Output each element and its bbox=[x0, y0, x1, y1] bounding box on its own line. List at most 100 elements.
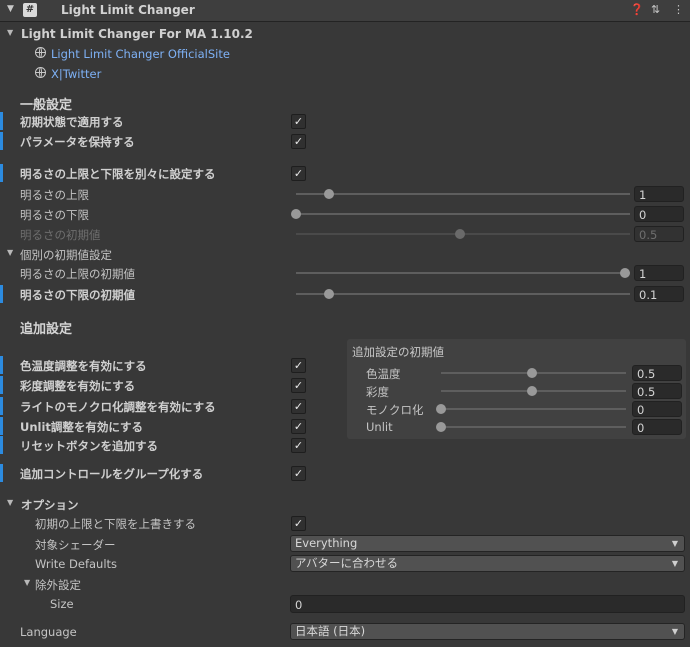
slider-thumb[interactable] bbox=[527, 386, 537, 396]
slider-thumb[interactable] bbox=[324, 189, 334, 199]
panel-title: 追加設定の初期値 bbox=[352, 345, 444, 359]
twitter-link[interactable]: X|Twitter bbox=[51, 67, 101, 81]
dropdown-value: 日本語 (日本) bbox=[295, 624, 366, 638]
chevron-down-icon: ▼ bbox=[671, 627, 678, 636]
default-brightness-row: 明るさの初期値 0.5 bbox=[0, 224, 690, 244]
max-brightness-label: 明るさの上限 bbox=[20, 188, 89, 202]
globe-icon bbox=[35, 47, 46, 58]
slider-thumb[interactable] bbox=[324, 289, 334, 299]
lower-initial-field[interactable]: 0.1 bbox=[634, 286, 684, 302]
override-marker bbox=[0, 285, 3, 303]
exclusion-size-row: Size 0 bbox=[0, 594, 690, 614]
language-dropdown[interactable]: 日本語 (日本) ▼ bbox=[290, 623, 685, 640]
script-hash-icon: # bbox=[23, 3, 37, 17]
individual-foldout[interactable]: ▼ 個別の初期値設定 bbox=[0, 244, 690, 264]
slider-track[interactable] bbox=[296, 193, 630, 195]
target-shader-row: 対象シェーダー Everything ▼ bbox=[0, 534, 690, 554]
upper-initial-field[interactable]: 1 bbox=[634, 265, 684, 281]
override-marker bbox=[0, 376, 3, 394]
saturation-enable-checkbox[interactable]: ✓ bbox=[291, 378, 306, 393]
min-brightness-row: 明るさの下限 0 bbox=[0, 204, 690, 224]
lower-initial-row: 明るさの下限の初期値 0.1 bbox=[0, 284, 690, 304]
separate-limits-row: 明るさの上限と下限を別々に設定する ✓ bbox=[0, 163, 690, 183]
slider-thumb[interactable] bbox=[436, 404, 446, 414]
preset-sliders-icon[interactable]: ⇅ bbox=[651, 3, 660, 16]
saturation-default-field[interactable]: 0.5 bbox=[632, 383, 682, 399]
target-shader-label: 対象シェーダー bbox=[35, 538, 116, 552]
chevron-down-icon: ▼ bbox=[671, 559, 678, 568]
language-row: Language 日本語 (日本) ▼ bbox=[0, 622, 690, 642]
official-site-link[interactable]: Light Limit Changer OfficialSite bbox=[51, 47, 230, 61]
general-section-header: 一般設定 bbox=[0, 91, 690, 113]
color-temp-enable-row: 色温度調整を有効にする ✓ bbox=[0, 355, 320, 375]
saturation-default-label: 彩度 bbox=[366, 385, 389, 399]
min-brightness-label: 明るさの下限 bbox=[20, 208, 89, 222]
override-marker bbox=[0, 356, 3, 374]
slider-track[interactable] bbox=[296, 272, 630, 274]
apply-initial-label: 初期状態で適用する bbox=[20, 115, 124, 129]
color-temp-default-field[interactable]: 0.5 bbox=[632, 365, 682, 381]
max-brightness-row: 明るさの上限 1 bbox=[0, 184, 690, 204]
help-icon[interactable]: ❓ bbox=[630, 3, 644, 16]
monochrome-enable-row: ライトのモノクロ化調整を有効にする ✓ bbox=[0, 396, 320, 416]
dropdown-value: アバターに合わせる bbox=[295, 556, 399, 570]
write-defaults-label: Write Defaults bbox=[35, 557, 118, 571]
override-limits-checkbox[interactable]: ✓ bbox=[291, 516, 306, 531]
separate-limits-checkbox[interactable]: ✓ bbox=[291, 166, 306, 181]
individual-title: 個別の初期値設定 bbox=[20, 248, 112, 262]
apply-initial-checkbox[interactable]: ✓ bbox=[291, 114, 306, 129]
write-defaults-dropdown[interactable]: アバターに合わせる ▼ bbox=[290, 555, 685, 572]
monochrome-enable-checkbox[interactable]: ✓ bbox=[291, 399, 306, 414]
kebab-menu-icon[interactable]: ⋮ bbox=[673, 3, 684, 16]
override-limits-row: 初期の上限と下限を上書きする ✓ bbox=[0, 513, 690, 533]
options-foldout[interactable]: ▼ オプション bbox=[0, 494, 690, 514]
saturation-enable-label: 彩度調整を有効にする bbox=[20, 379, 136, 393]
reset-button-enable-label: リセットボタンを追加する bbox=[20, 439, 158, 453]
slider-thumb bbox=[455, 229, 465, 239]
save-params-checkbox[interactable]: ✓ bbox=[291, 134, 306, 149]
fold-triangle-icon: ▼ bbox=[7, 28, 14, 37]
override-marker bbox=[0, 112, 3, 130]
twitter-link-row[interactable]: X|Twitter bbox=[0, 64, 690, 84]
slider-thumb[interactable] bbox=[291, 209, 301, 219]
color-temp-enable-checkbox[interactable]: ✓ bbox=[291, 358, 306, 373]
slider-thumb[interactable] bbox=[436, 422, 446, 432]
target-shader-dropdown[interactable]: Everything ▼ bbox=[290, 535, 685, 552]
reset-button-enable-checkbox[interactable]: ✓ bbox=[291, 438, 306, 453]
slider-track[interactable] bbox=[296, 293, 630, 295]
max-brightness-field[interactable]: 1 bbox=[634, 186, 684, 202]
monochrome-enable-label: ライトのモノクロ化調整を有効にする bbox=[20, 400, 216, 414]
section-title: 追加設定 bbox=[20, 322, 73, 337]
fold-triangle-icon[interactable]: ▼ bbox=[7, 4, 14, 14]
monochrome-default-label: モノクロ化 bbox=[366, 403, 424, 417]
slider-thumb[interactable] bbox=[620, 268, 630, 278]
additional-defaults-panel: 追加設定の初期値 色温度 0.5 彩度 0.5 モノクロ化 0 Unlit 0 bbox=[347, 339, 686, 439]
group-controls-label: 追加コントロールをグループ化する bbox=[20, 467, 204, 481]
override-marker bbox=[0, 436, 3, 454]
unlit-enable-label: Unlit調整を有効にする bbox=[20, 420, 144, 434]
unlit-enable-checkbox[interactable]: ✓ bbox=[291, 419, 306, 434]
exclusion-size-field[interactable]: 0 bbox=[290, 595, 685, 613]
component-header: ▼ # Light Limit Changer ❓ ⇅ ⋮ bbox=[0, 0, 690, 22]
globe-icon bbox=[35, 67, 46, 78]
main-foldout[interactable]: ▼ Light Limit Changer For MA 1.10.2 bbox=[0, 24, 690, 44]
unlit-default-field[interactable]: 0 bbox=[632, 419, 682, 435]
unlit-default-label: Unlit bbox=[366, 420, 393, 434]
slider-track[interactable] bbox=[296, 213, 630, 215]
foldout-title: Light Limit Changer For MA 1.10.2 bbox=[21, 27, 253, 41]
slider-track[interactable] bbox=[441, 426, 626, 428]
upper-initial-label: 明るさの上限の初期値 bbox=[20, 267, 135, 281]
slider-track[interactable] bbox=[441, 408, 626, 410]
options-title: オプション bbox=[21, 498, 79, 512]
dropdown-value: Everything bbox=[295, 536, 358, 550]
group-controls-checkbox[interactable]: ✓ bbox=[291, 466, 306, 481]
separate-limits-label: 明るさの上限と下限を別々に設定する bbox=[20, 167, 216, 181]
apply-initial-row: 初期状態で適用する ✓ bbox=[0, 111, 690, 131]
official-site-link-row[interactable]: Light Limit Changer OfficialSite bbox=[0, 44, 690, 64]
slider-thumb[interactable] bbox=[527, 368, 537, 378]
save-params-row: パラメータを保持する ✓ bbox=[0, 131, 690, 151]
monochrome-default-field[interactable]: 0 bbox=[632, 401, 682, 417]
exclusion-foldout[interactable]: ▼ 除外設定 bbox=[0, 574, 690, 594]
min-brightness-field[interactable]: 0 bbox=[634, 206, 684, 222]
override-marker bbox=[0, 417, 3, 435]
